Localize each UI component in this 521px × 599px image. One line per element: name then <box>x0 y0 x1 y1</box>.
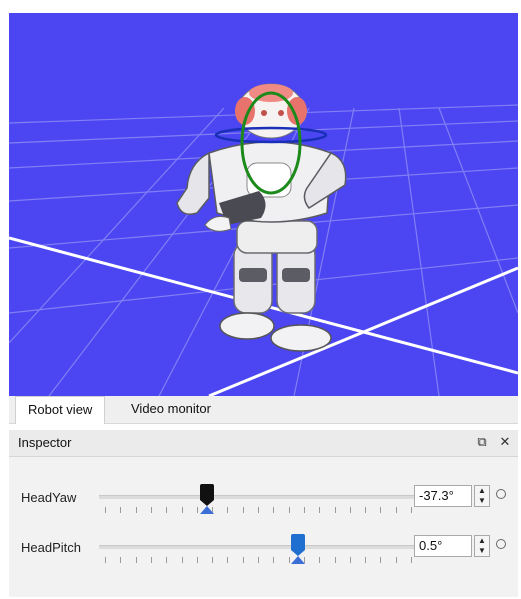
slider-tick <box>196 557 198 563</box>
up-arrow-icon[interactable]: ▲ <box>475 536 489 546</box>
tab-video-monitor[interactable]: Video monitor <box>119 396 223 422</box>
slider-tick <box>411 557 412 563</box>
headyaw-spinbox[interactable]: -37.3° ▲ ▼ <box>414 485 506 507</box>
slider-tick <box>319 557 321 563</box>
spin-arrows[interactable]: ▲ ▼ <box>474 485 490 507</box>
slider-tick <box>365 507 367 513</box>
headpitch-slider[interactable] <box>99 528 417 568</box>
slider-tick <box>135 507 137 513</box>
slider-tick <box>120 557 122 563</box>
slider-tick <box>181 557 183 563</box>
view-tabs: Robot view Video monitor <box>9 396 518 424</box>
slider-tick <box>258 557 259 563</box>
slider-tick <box>395 507 397 513</box>
up-arrow-icon[interactable]: ▲ <box>475 486 489 496</box>
slider-tick <box>150 507 152 513</box>
joint-row-headyaw: HeadYaw -37.3° ▲ ▼ <box>9 478 518 518</box>
slider-thumb[interactable] <box>290 534 305 564</box>
slider-tick <box>349 557 351 563</box>
slider-tick <box>273 557 275 563</box>
slider-tick <box>319 507 321 513</box>
close-icon[interactable]: ✕ <box>498 434 512 450</box>
slider-tick <box>303 507 305 513</box>
headpitch-spinbox[interactable]: 0.5° ▲ ▼ <box>414 535 506 557</box>
spin-arrows[interactable]: ▲ ▼ <box>474 535 490 557</box>
slider-tick <box>334 507 336 513</box>
slider-tick <box>334 557 336 563</box>
slider-tick <box>120 507 122 513</box>
slider-tick <box>166 557 168 563</box>
slider-tick <box>227 557 229 563</box>
slider-tick <box>273 507 275 513</box>
slider-ticks <box>99 507 417 513</box>
slider-tick <box>411 507 412 513</box>
robot-scene <box>9 83 518 396</box>
slider-tick <box>135 557 137 563</box>
slider-track <box>99 545 417 549</box>
slider-tick <box>150 557 152 563</box>
slider-tick <box>105 507 106 513</box>
slider-tick <box>105 557 106 563</box>
slider-tick <box>181 507 183 513</box>
slider-track <box>99 495 417 499</box>
inspector-panel: HeadYaw -37.3° ▲ ▼ HeadPitch 0.5° ▲ ▼ <box>9 457 518 597</box>
float-window-icon[interactable]: ⧉ <box>475 434 489 450</box>
joint-label: HeadYaw <box>21 490 77 505</box>
slider-tick <box>288 557 290 563</box>
reset-icon[interactable] <box>496 489 506 499</box>
slider-tick <box>365 557 367 563</box>
slider-tick <box>395 557 397 563</box>
joint-row-headpitch: HeadPitch 0.5° ▲ ▼ <box>9 528 518 568</box>
headpitch-value[interactable]: 0.5° <box>414 535 472 557</box>
slider-tick <box>349 507 351 513</box>
down-arrow-icon[interactable]: ▼ <box>475 546 489 556</box>
slider-tick <box>380 557 382 563</box>
reset-icon[interactable] <box>496 539 506 549</box>
headyaw-value[interactable]: -37.3° <box>414 485 472 507</box>
inspector-header: Inspector ⧉ ✕ <box>9 430 518 457</box>
headyaw-slider[interactable] <box>99 478 417 518</box>
slider-ticks <box>99 557 417 563</box>
robot-model[interactable] <box>176 83 347 352</box>
slider-tick <box>196 507 198 513</box>
tab-robot-view[interactable]: Robot view <box>15 396 106 424</box>
slider-tick <box>288 507 290 513</box>
slider-tick <box>166 507 168 513</box>
inspector-title: Inspector <box>18 435 72 450</box>
robot-3d-viewport[interactable] <box>9 13 518 396</box>
slider-tick <box>380 507 382 513</box>
slider-tick <box>258 507 259 513</box>
slider-thumb[interactable] <box>200 484 215 514</box>
slider-tick <box>212 557 214 563</box>
slider-tick <box>242 557 244 563</box>
down-arrow-icon[interactable]: ▼ <box>475 496 489 506</box>
joint-label: HeadPitch <box>21 540 81 555</box>
slider-tick <box>242 507 244 513</box>
slider-tick <box>227 507 229 513</box>
